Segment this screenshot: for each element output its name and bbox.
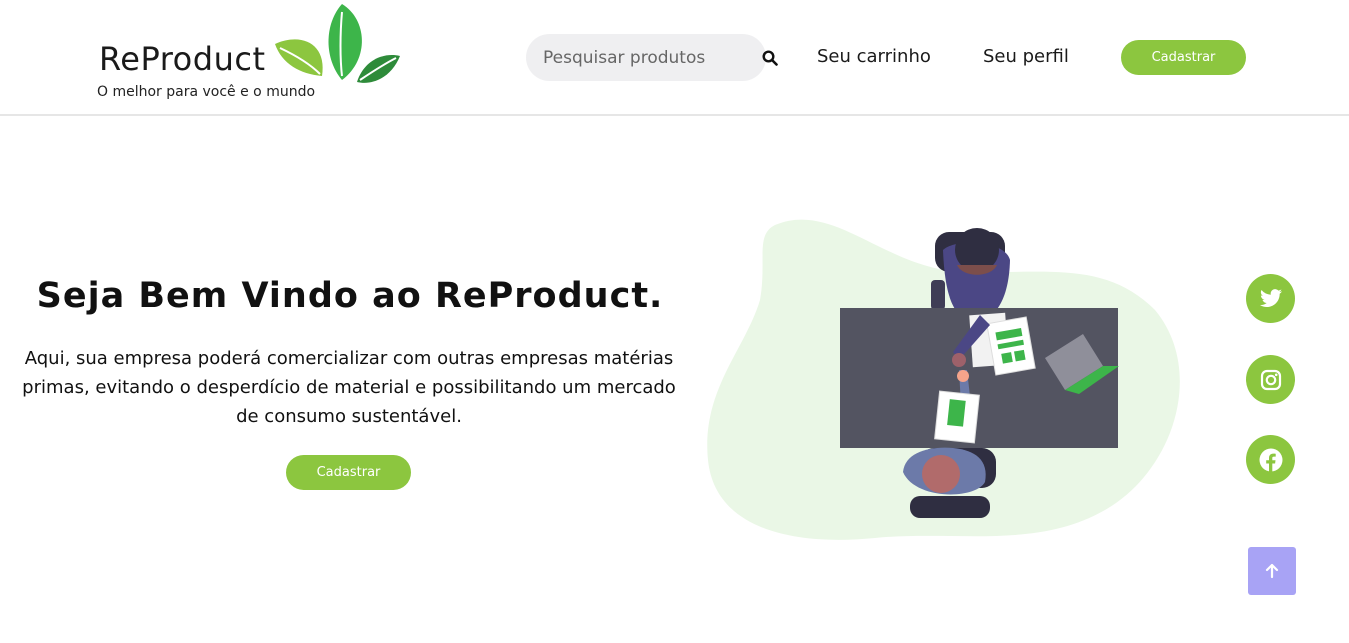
scroll-to-top-button[interactable] xyxy=(1248,547,1296,595)
hero-title: Seja Bem Vindo ao ReProduct. xyxy=(36,276,664,316)
brand-logo[interactable]: ReProduct O melhor para você e o mundo xyxy=(97,4,407,108)
search-icon[interactable] xyxy=(762,49,778,67)
hero-description: Aqui, sua empresa poderá comercializar c… xyxy=(22,348,676,427)
brand-name: ReProduct xyxy=(99,40,266,78)
arrow-up-icon xyxy=(1265,563,1279,579)
instagram-icon[interactable] xyxy=(1246,355,1295,404)
nav-cart-link[interactable]: Seu carrinho xyxy=(817,46,931,67)
business-handshake-illustration xyxy=(707,219,1180,540)
hero-signup-button[interactable]: Cadastrar xyxy=(286,455,411,490)
search-bar xyxy=(526,34,778,81)
leaves-icon xyxy=(275,4,400,83)
facebook-icon[interactable] xyxy=(1246,435,1295,484)
header-signup-button[interactable]: Cadastrar xyxy=(1121,40,1246,75)
site-header: ReProduct O melhor para você e o mundo S… xyxy=(0,0,1349,116)
search-input[interactable] xyxy=(543,47,762,68)
brand-tagline: O melhor para você e o mundo xyxy=(97,84,316,100)
twitter-icon[interactable] xyxy=(1246,274,1295,323)
nav-profile-link[interactable]: Seu perfil xyxy=(983,46,1069,67)
